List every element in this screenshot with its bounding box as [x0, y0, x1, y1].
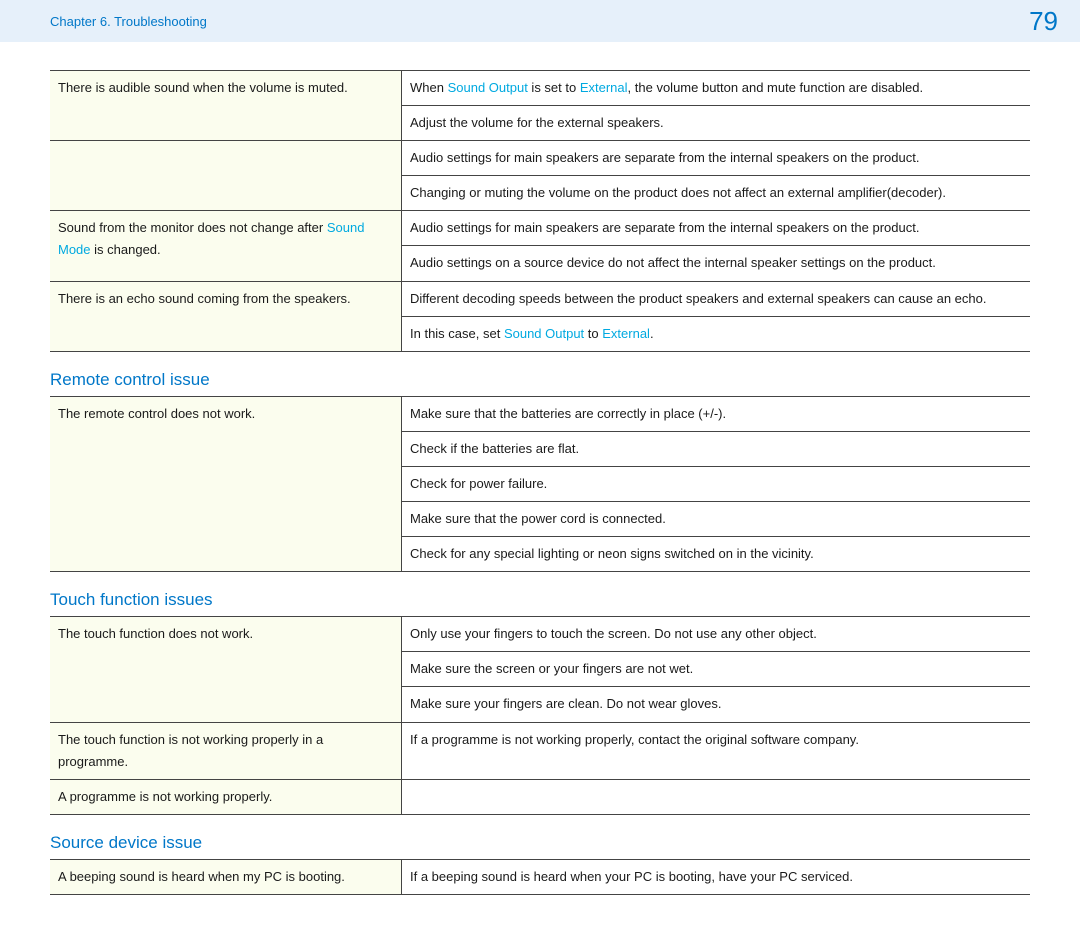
remote-issue-table: The remote control does not work.Make su…: [50, 396, 1030, 572]
problem-cell: The touch function is not working proper…: [50, 722, 402, 779]
table-row: A programme is not working properly.: [50, 779, 1030, 814]
solution-cell: Make sure the screen or your fingers are…: [402, 652, 1031, 687]
solution-cell: Audio settings for main speakers are sep…: [402, 141, 1031, 176]
solution-cell: [402, 779, 1031, 814]
table-row: The remote control does not work.Make su…: [50, 396, 1030, 431]
problem-cell: Sound from the monitor does not change a…: [50, 211, 402, 281]
problem-cell: The remote control does not work.: [50, 396, 402, 571]
table-row: Audio settings for main speakers are sep…: [50, 141, 1030, 176]
section-remote-title: Remote control issue: [50, 370, 1030, 390]
source-issue-table: A beeping sound is heard when my PC is b…: [50, 859, 1030, 895]
inline-link[interactable]: Sound Output: [504, 326, 584, 341]
problem-cell: The touch function does not work.: [50, 617, 402, 722]
solution-cell: If a beeping sound is heard when your PC…: [402, 859, 1031, 894]
problem-cell: There is an echo sound coming from the s…: [50, 281, 402, 351]
inline-link[interactable]: External: [602, 326, 650, 341]
solution-cell: If a programme is not working properly, …: [402, 722, 1031, 779]
table-row: There is an echo sound coming from the s…: [50, 281, 1030, 316]
solution-cell: Make sure that the batteries are correct…: [402, 396, 1031, 431]
inline-link[interactable]: Sound Output: [448, 80, 528, 95]
section-touch-title: Touch function issues: [50, 590, 1030, 610]
touch-issue-table: The touch function does not work.Only us…: [50, 616, 1030, 815]
inline-link[interactable]: Sound Mode: [58, 220, 364, 257]
chapter-label: Chapter 6. Troubleshooting: [50, 14, 207, 29]
solution-cell: Check for any special lighting or neon s…: [402, 537, 1031, 572]
problem-cell: A programme is not working properly.: [50, 779, 402, 814]
table-row: There is audible sound when the volume i…: [50, 71, 1030, 106]
table-row: The touch function does not work.Only us…: [50, 617, 1030, 652]
problem-cell: [50, 141, 402, 211]
solution-cell: Make sure your fingers are clean. Do not…: [402, 687, 1031, 722]
table-row: A beeping sound is heard when my PC is b…: [50, 859, 1030, 894]
table-row: The touch function is not working proper…: [50, 722, 1030, 779]
solution-cell: Only use your fingers to touch the scree…: [402, 617, 1031, 652]
solution-cell: When Sound Output is set to External, th…: [402, 71, 1031, 106]
problem-cell: There is audible sound when the volume i…: [50, 71, 402, 141]
solution-cell: Audio settings on a source device do not…: [402, 246, 1031, 281]
solution-cell: Audio settings for main speakers are sep…: [402, 211, 1031, 246]
problem-cell: A beeping sound is heard when my PC is b…: [50, 859, 402, 894]
solution-cell: In this case, set Sound Output to Extern…: [402, 316, 1031, 351]
solution-cell: Check for power failure.: [402, 466, 1031, 501]
solution-cell: Adjust the volume for the external speak…: [402, 106, 1031, 141]
page-header: Chapter 6. Troubleshooting 79: [0, 0, 1080, 42]
solution-cell: Check if the batteries are flat.: [402, 431, 1031, 466]
solution-cell: Changing or muting the volume on the pro…: [402, 176, 1031, 211]
solution-cell: Make sure that the power cord is connect…: [402, 502, 1031, 537]
inline-link[interactable]: External: [580, 80, 628, 95]
page-content: There is audible sound when the volume i…: [0, 42, 1080, 935]
table-row: Sound from the monitor does not change a…: [50, 211, 1030, 246]
page-number: 79: [1029, 6, 1058, 37]
section-source-title: Source device issue: [50, 833, 1030, 853]
solution-cell: Different decoding speeds between the pr…: [402, 281, 1031, 316]
sound-issue-table: There is audible sound when the volume i…: [50, 70, 1030, 352]
